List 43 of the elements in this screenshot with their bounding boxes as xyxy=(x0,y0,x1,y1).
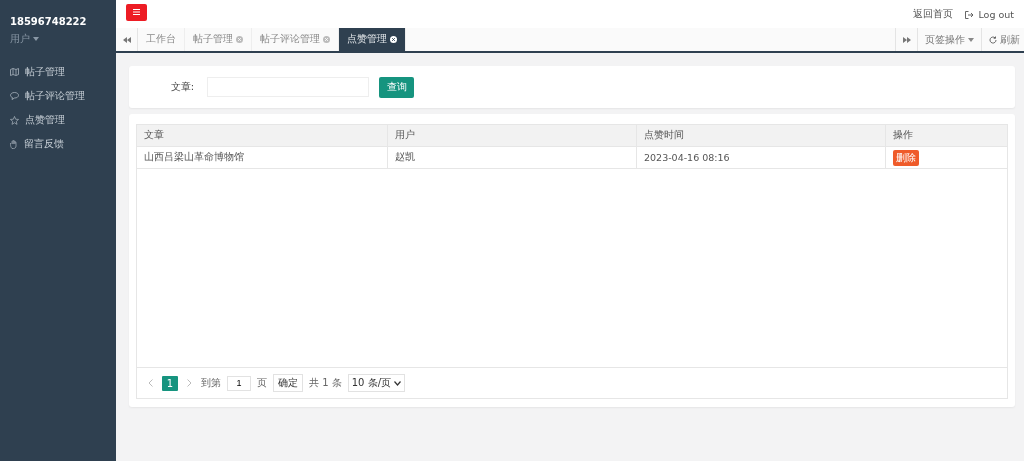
chevron-left-icon[interactable] xyxy=(148,379,153,387)
sidebar-item[interactable]: 留言反馈 xyxy=(0,132,116,156)
page-number-field[interactable]: 1 xyxy=(227,375,251,391)
refresh-icon xyxy=(989,35,997,44)
page-size-dropdown[interactable]: 10 条/页 xyxy=(347,374,405,392)
table-cell: 山西吕梁山革命博物馆 xyxy=(137,147,388,168)
tab[interactable]: 点赞管理 xyxy=(339,28,406,51)
column-header: 点赞时间 xyxy=(637,125,886,146)
total-count: 共 1 条 xyxy=(309,376,342,390)
search-label: 文章: xyxy=(169,80,195,94)
sidebar-item[interactable]: 帖子评论管理 xyxy=(0,84,116,108)
table-cell: 2023-04-16 08:16 xyxy=(637,147,886,168)
goto-label: 到第 xyxy=(201,376,221,390)
double-right-arrow-icon xyxy=(902,36,911,43)
tab[interactable]: 帖子管理 xyxy=(185,28,252,51)
tab[interactable]: 工作台 xyxy=(138,28,185,51)
map-icon xyxy=(10,68,19,76)
role-dropdown[interactable]: 用户 xyxy=(10,32,39,46)
sign-out-icon xyxy=(965,10,975,19)
page-unit-label: 页 xyxy=(257,376,267,390)
table-cell: 赵凯 xyxy=(388,147,637,168)
column-header: 操作 xyxy=(892,128,914,142)
username: 18596748222 xyxy=(10,16,88,27)
column-header: 用户 xyxy=(388,125,637,146)
search-button[interactable]: 查询 xyxy=(379,76,414,98)
chevron-down-icon xyxy=(394,380,401,386)
chevron-right-icon[interactable] xyxy=(187,379,192,387)
sidebar-item[interactable]: 点赞管理 xyxy=(0,108,116,132)
speech-bubble-icon xyxy=(10,92,19,100)
caret-icon xyxy=(33,37,39,41)
hand-icon xyxy=(10,139,18,149)
caret-icon xyxy=(968,37,974,42)
sidebar-item[interactable]: 帖子管理 xyxy=(0,60,116,84)
menu-button[interactable] xyxy=(126,3,147,21)
column-header: 文章 xyxy=(137,125,388,146)
page-number[interactable]: 1 xyxy=(162,375,178,391)
double-left-arrow-icon xyxy=(122,36,131,43)
confirm-button[interactable]: 确定 xyxy=(273,374,303,392)
star-icon xyxy=(10,115,19,125)
header-link[interactable]: Log out xyxy=(965,8,1014,21)
header-link[interactable]: 返回首页 xyxy=(913,8,954,21)
menu-icon xyxy=(133,9,140,15)
close-icon[interactable] xyxy=(390,36,397,43)
